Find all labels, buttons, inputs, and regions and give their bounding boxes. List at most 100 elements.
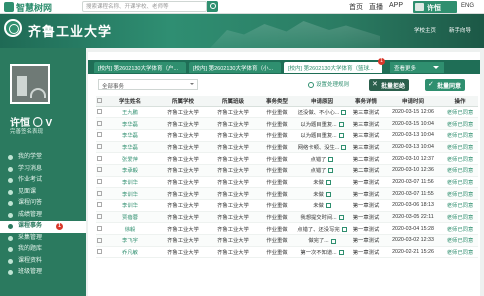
view-reason-icon[interactable] — [325, 180, 331, 186]
checkbox-icon — [96, 108, 102, 114]
language-switch[interactable]: ENG — [461, 3, 474, 9]
profile-signature[interactable]: 完善签名表现 — [10, 127, 43, 135]
cell-text: 作业重做 — [266, 203, 288, 210]
view-reason-icon[interactable] — [341, 145, 347, 150]
batch-reject-button[interactable]: ✕ 批量拒绝 — [369, 79, 410, 91]
cell-student-name[interactable]: 徐毅 — [102, 222, 158, 236]
table-row: 李训华 齐鲁工业大学 齐鲁工业大学 作业重做 未做 第一章测试 2020-03-07 11:… — [96, 187, 478, 200]
cell-affair-type: 作业重做 — [258, 152, 296, 165]
sidebar-item[interactable]: 我的学堂 — [0, 152, 86, 164]
cell-text: 2020-03-10 12:37 — [392, 155, 434, 162]
cell-reason: 第一次不知道... — [296, 246, 348, 259]
view-reason-icon[interactable] — [338, 121, 344, 127]
cell-action[interactable]: 老师已同意 — [442, 222, 478, 236]
tab-more-dropdown[interactable]: 查看更多 — [390, 62, 444, 73]
cell-student-name[interactable]: 乔凡敏 — [102, 246, 158, 259]
cell-student-name[interactable]: 李飞宇 — [102, 234, 158, 247]
cell-action[interactable]: 老师已同意 — [442, 187, 478, 200]
cell-action[interactable]: 老师已同意 — [442, 106, 478, 119]
sidebar-item[interactable]: 学习消息 — [0, 164, 86, 176]
cell-text: 齐鲁工业大学 — [167, 109, 199, 116]
view-reason-icon[interactable] — [328, 156, 334, 162]
cell-action[interactable]: 老师已同意 — [442, 164, 478, 177]
cell-text: 2020-03-05 22:11 — [392, 214, 434, 221]
sidebar-item[interactable]: 采集管理 — [0, 233, 86, 245]
cell-student-name[interactable]: 贾蓓蓉 — [102, 211, 158, 224]
sidebar-item[interactable]: 作业考试 — [0, 175, 86, 187]
sidebar-item[interactable]: 班级管理 — [0, 267, 86, 279]
cell-text: 徐毅 — [124, 226, 136, 233]
sidebar-item[interactable]: 课程资料 — [0, 256, 86, 268]
sidebar-item[interactable]: 成绩管理 — [0, 210, 86, 222]
sidebar-item[interactable]: 课程事务 1 — [0, 221, 86, 233]
rule-setting-link[interactable]: 设置处理规则 — [308, 80, 349, 88]
tab-course-2[interactable]: [校内] 第2602130大学体育（小... — [189, 62, 281, 73]
search-icon[interactable] — [207, 1, 218, 12]
sidebar-item-label: 作业考试 — [18, 177, 43, 183]
cell-school: 齐鲁工业大学 — [158, 199, 208, 212]
sidebar-item[interactable]: 见面课 — [0, 187, 86, 199]
col-school: 所属学校 — [158, 96, 208, 107]
nav-home[interactable]: 首页 — [349, 2, 363, 12]
cell-text: 作业重做 — [266, 191, 288, 198]
cell-class: 齐鲁工业大学 — [208, 141, 258, 154]
cell-action[interactable]: 老师已同意 — [442, 199, 478, 212]
cell-action[interactable]: 老师已同意 — [442, 246, 478, 259]
cell-student-name[interactable]: 李训华 — [102, 176, 158, 189]
view-reason-icon[interactable] — [341, 226, 347, 232]
cell-action[interactable]: 老师已同意 — [442, 211, 478, 224]
gear-icon — [308, 81, 314, 88]
view-reason-icon[interactable] — [330, 238, 336, 244]
tab-course-3[interactable]: [校内] 第2602130大学体育（篮球... 1 — [284, 58, 385, 73]
sidebar-item[interactable]: 我的题库 — [0, 244, 86, 256]
view-reason-icon[interactable] — [341, 109, 347, 115]
main-panel: [校内] 第2602130大学体育（户... [校内] 第2602130大学体育… — [88, 52, 480, 296]
cell-text: 2020-03-15 10:04 — [392, 120, 434, 127]
cell-reason: 点错了、还没写完 — [296, 222, 348, 236]
sidebar-item-label: 成绩管理 — [18, 211, 43, 218]
cell-student-name[interactable]: 李华磊 — [102, 141, 158, 154]
cell-student-name[interactable]: 李训华 — [102, 199, 158, 212]
view-reason-icon[interactable] — [325, 191, 331, 197]
cell-student-name[interactable]: 李承毅 — [102, 164, 158, 177]
sidebar-item[interactable]: 课程问答 — [0, 198, 86, 210]
cell-text: 老师已同意 — [446, 156, 474, 163]
view-reason-icon[interactable] — [325, 203, 331, 209]
view-reason-icon[interactable] — [338, 133, 344, 139]
cell-action[interactable]: 老师已同意 — [442, 152, 478, 165]
cell-action[interactable]: 老师已同意 — [442, 117, 478, 130]
view-reason-icon[interactable] — [338, 215, 344, 221]
site-logo[interactable]: 智慧树网 — [4, 1, 52, 13]
table-row: 徐毅 齐鲁工业大学 齐鲁工业大学 作业重做 点错了、还没写完 第一章测试 2020-03-0… — [96, 222, 478, 236]
cell-action[interactable]: 老师已同意 — [442, 176, 478, 189]
cell-text: 第一章测试 — [352, 238, 380, 245]
affair-filter-select[interactable]: 全部事务 — [98, 79, 198, 90]
cell-school: 齐鲁工业大学 — [158, 129, 208, 142]
cell-reason: 未做 — [296, 187, 348, 200]
school-name: 齐鲁工业大学 — [28, 24, 113, 39]
batch-accept-button[interactable]: ✓ 批量同意 — [425, 79, 466, 91]
nav-live[interactable]: 直播 — [369, 2, 383, 12]
cell-text: 齐鲁工业大学 — [217, 121, 249, 128]
cell-student-name[interactable]: 王九鹏 — [102, 106, 158, 119]
profile-photo[interactable] — [10, 64, 50, 104]
nav-app[interactable]: APP — [389, 2, 403, 9]
guide-link[interactable]: 新手向导 — [449, 26, 471, 34]
cell-text: 第二章测试 — [352, 156, 380, 163]
school-homepage-link[interactable]: 学校主页 — [414, 26, 436, 34]
cell-detail: 第二章测试 — [348, 164, 384, 177]
user-menu[interactable]: 许恒 — [413, 1, 457, 13]
cell-student-name[interactable]: 李华磊 — [102, 129, 158, 142]
cell-student-name[interactable]: 李训华 — [102, 187, 158, 200]
view-reason-icon[interactable] — [338, 250, 344, 256]
view-reason-icon[interactable] — [328, 168, 334, 174]
search-input[interactable]: 搜索课程名称、开课学校、老师等 — [82, 1, 207, 12]
cell-action[interactable]: 老师已同意 — [442, 141, 478, 154]
cell-affair-type: 作业重做 — [258, 211, 296, 224]
cell-school: 齐鲁工业大学 — [158, 211, 208, 224]
cell-action[interactable]: 老师已同意 — [442, 129, 478, 142]
cell-action[interactable]: 老师已同意 — [442, 234, 478, 247]
cell-student-name[interactable]: 张爱萍 — [102, 152, 158, 165]
cell-student-name[interactable]: 李华磊 — [102, 117, 158, 130]
tab-course-1[interactable]: [校内] 第2602130大学体育（户... — [94, 62, 186, 73]
